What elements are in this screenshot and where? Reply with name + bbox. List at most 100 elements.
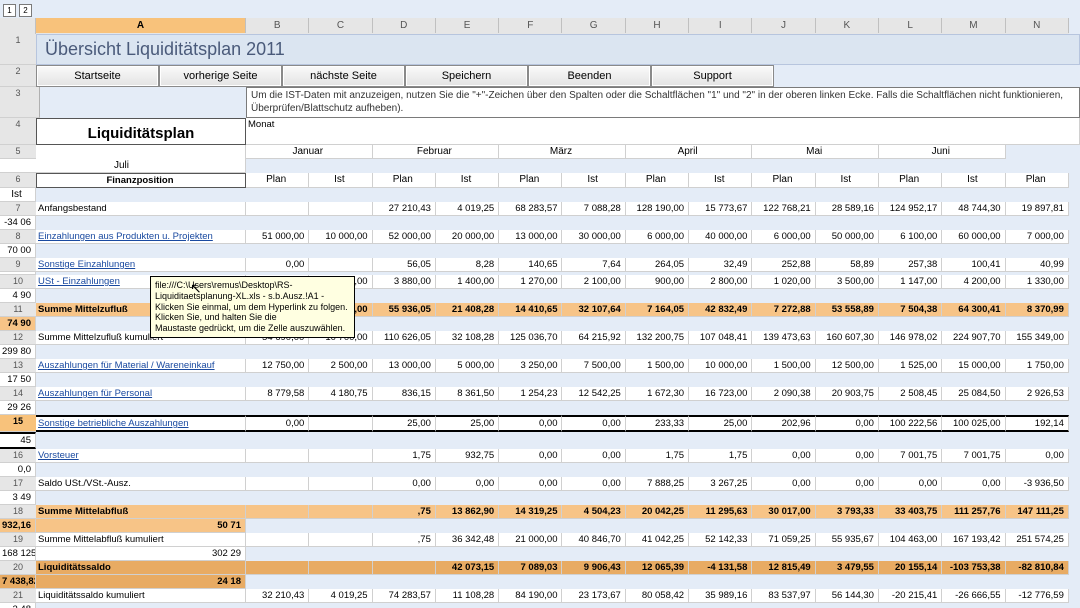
data-cell[interactable]	[309, 561, 372, 575]
col-header-E[interactable]: E	[436, 18, 499, 33]
data-cell[interactable]: 33 403,75	[879, 505, 942, 519]
data-cell[interactable]: 100 025,00	[942, 415, 1005, 432]
row-header-7[interactable]: 7	[0, 202, 40, 216]
data-cell[interactable]: 71 059,25	[752, 533, 815, 547]
data-cell[interactable]: 1 500,00	[752, 359, 815, 373]
data-cell[interactable]	[309, 415, 372, 432]
data-cell[interactable]: 16 723,00	[689, 387, 752, 401]
data-cell[interactable]: 2 090,38	[752, 387, 815, 401]
row-label[interactable]: Auszahlungen für Personal	[36, 387, 246, 401]
row-header-1[interactable]: 1	[0, 34, 40, 65]
col-header-A[interactable]: A	[36, 18, 246, 33]
col-header-L[interactable]: L	[879, 18, 942, 33]
nav-button-vorherige-seite[interactable]: vorherige Seite	[159, 65, 282, 87]
data-cell[interactable]: 15 773,67	[689, 202, 752, 216]
data-cell[interactable]: 6 000,00	[626, 230, 689, 244]
data-cell[interactable]: 8,28	[436, 258, 499, 272]
data-cell[interactable]: 900,00	[626, 275, 689, 289]
nav-button-startseite[interactable]: Startseite	[36, 65, 159, 87]
data-cell[interactable]: 2 800,00	[689, 275, 752, 289]
data-cell[interactable]: 68 283,57	[499, 202, 562, 216]
data-cell[interactable]: 302 29	[36, 547, 246, 561]
data-cell[interactable]: 28 589,16	[816, 202, 879, 216]
data-cell[interactable]: 83 537,97	[752, 589, 815, 603]
data-cell[interactable]: 41 042,25	[626, 533, 689, 547]
data-cell[interactable]: 40,99	[1006, 258, 1069, 272]
data-cell[interactable]: 24 18	[36, 575, 246, 589]
nav-button-support[interactable]: Support	[651, 65, 774, 87]
outline-btn-2[interactable]: 2	[19, 4, 32, 17]
row-header-2[interactable]: 2	[0, 65, 40, 87]
data-cell[interactable]: 1 750,00	[1006, 359, 1069, 373]
data-cell[interactable]: 0,00	[942, 477, 1005, 491]
data-cell[interactable]: ,75	[373, 533, 436, 547]
data-cell[interactable]	[246, 449, 309, 463]
row-header-5[interactable]: 5	[0, 145, 40, 159]
col-header-C[interactable]: C	[309, 18, 372, 33]
data-cell[interactable]	[246, 505, 309, 519]
data-cell[interactable]: 0,00	[373, 477, 436, 491]
data-cell[interactable]: 257,38	[879, 258, 942, 272]
col-header-J[interactable]: J	[752, 18, 815, 33]
data-cell[interactable]: -20 215,41	[879, 589, 942, 603]
data-cell[interactable]: 0,00	[562, 449, 625, 463]
data-cell[interactable]: 2 926,53	[1006, 387, 1069, 401]
data-cell[interactable]: 10 000,00	[689, 359, 752, 373]
col-header-I[interactable]: I	[689, 18, 752, 33]
data-cell[interactable]: 251 574,25	[1006, 533, 1069, 547]
data-cell[interactable]	[373, 561, 436, 575]
data-cell[interactable]: 52 000,00	[373, 230, 436, 244]
data-cell[interactable]: 45	[0, 432, 36, 449]
data-cell[interactable]: 1 525,00	[879, 359, 942, 373]
data-cell[interactable]: 32 210,43	[246, 589, 309, 603]
row-header-17[interactable]: 17	[0, 477, 40, 491]
data-cell[interactable]: 7 001,75	[879, 449, 942, 463]
data-cell[interactable]: 12 815,49	[752, 561, 815, 575]
data-cell[interactable]: 932,75	[436, 449, 499, 463]
row-label[interactable]: Sonstige Einzahlungen	[36, 258, 246, 272]
data-cell[interactable]: 0,00	[752, 477, 815, 491]
data-cell[interactable]: 56 144,30	[816, 589, 879, 603]
row-header-10[interactable]: 10	[0, 275, 40, 289]
data-cell[interactable]: 80 058,42	[626, 589, 689, 603]
data-cell[interactable]: 264,05	[626, 258, 689, 272]
data-cell[interactable]: 1,75	[626, 449, 689, 463]
row-label[interactable]: Vorsteuer	[36, 449, 246, 463]
data-cell[interactable]: 13 000,00	[373, 359, 436, 373]
data-cell[interactable]: 25 084,50	[942, 387, 1005, 401]
data-cell[interactable]: 52 142,33	[689, 533, 752, 547]
data-cell[interactable]: 0,00	[499, 415, 562, 432]
outline-btn-1[interactable]: 1	[3, 4, 16, 17]
row-header-12[interactable]: 12	[0, 331, 40, 345]
col-header-K[interactable]: K	[816, 18, 879, 33]
col-header-D[interactable]: D	[373, 18, 436, 33]
data-cell[interactable]: 1 270,00	[499, 275, 562, 289]
data-cell[interactable]: 14 319,25	[499, 505, 562, 519]
data-cell[interactable]: 167 193,42	[942, 533, 1005, 547]
data-cell[interactable]: 146 978,02	[879, 331, 942, 345]
row-header-6[interactable]: 6	[0, 173, 40, 188]
row-header-9[interactable]: 9	[0, 258, 40, 272]
data-cell[interactable]: 1 147,00	[879, 275, 942, 289]
data-cell[interactable]: -2 48	[0, 603, 36, 608]
data-cell[interactable]: 0,00	[246, 258, 309, 272]
data-cell[interactable]: 7 438,82	[0, 575, 36, 589]
data-cell[interactable]: 15 000,00	[942, 359, 1005, 373]
data-cell[interactable]: 139 473,63	[752, 331, 815, 345]
data-cell[interactable]: 32 107,64	[562, 303, 625, 317]
data-cell[interactable]: 1 330,00	[1006, 275, 1069, 289]
data-cell[interactable]: 42 832,49	[689, 303, 752, 317]
data-cell[interactable]: 224 907,70	[942, 331, 1005, 345]
nav-button-beenden[interactable]: Beenden	[528, 65, 651, 87]
data-cell[interactable]: 25,00	[436, 415, 499, 432]
data-cell[interactable]: 13 862,90	[436, 505, 499, 519]
row-label[interactable]: Einzahlungen aus Produkten u. Projekten	[36, 230, 246, 244]
data-cell[interactable]: 2 508,45	[879, 387, 942, 401]
row-header-15[interactable]: 15	[0, 415, 40, 432]
data-cell[interactable]: 100 222,56	[879, 415, 942, 432]
data-cell[interactable]: 20 000,00	[436, 230, 499, 244]
data-cell[interactable]: 111 257,76	[942, 505, 1005, 519]
data-cell[interactable]: 132 200,75	[626, 331, 689, 345]
data-cell[interactable]: 3 49	[0, 491, 36, 505]
data-cell[interactable]: 0,00	[499, 449, 562, 463]
